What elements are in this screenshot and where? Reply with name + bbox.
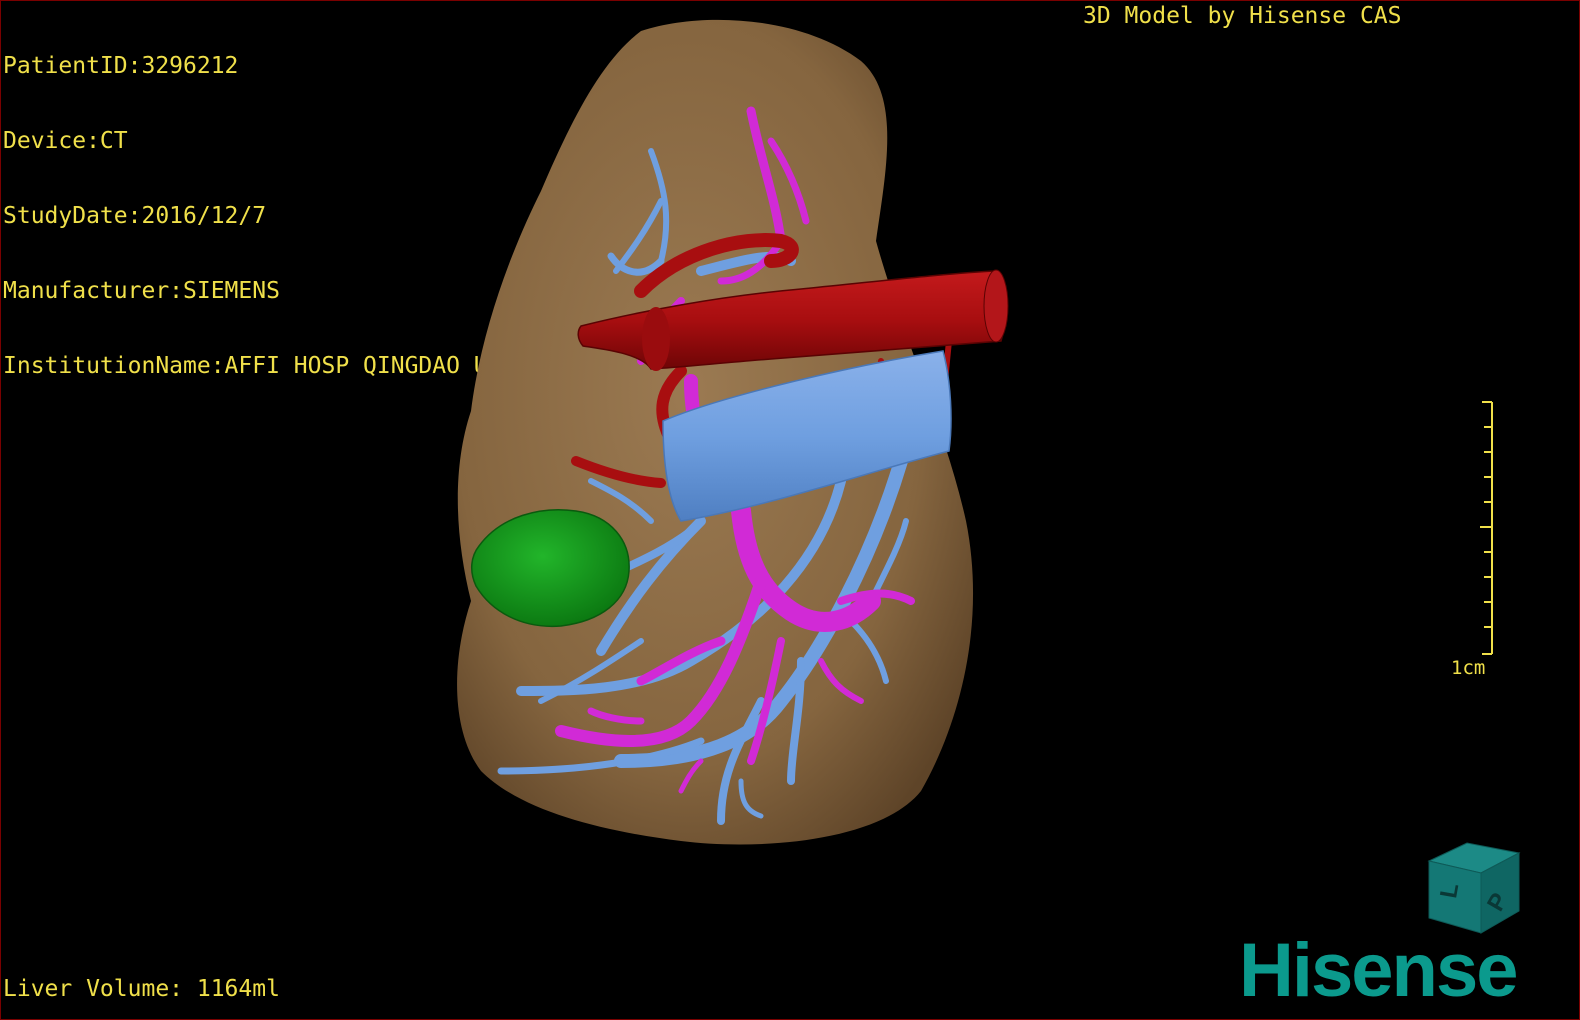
- aorta-start-cap: [642, 307, 670, 371]
- liver-volume: Liver Volume: 1164ml: [3, 976, 280, 1002]
- hisense-logo: Hisense: [1239, 928, 1518, 1013]
- liver-3d-model[interactable]: [1, 1, 1579, 1019]
- orientation-cube[interactable]: L P: [1419, 833, 1529, 943]
- scale-bar: [1480, 401, 1493, 655]
- scale-bar-label: 1cm: [1451, 657, 1486, 679]
- aorta-end-cap: [983, 269, 1009, 343]
- 3d-viewport[interactable]: PatientID:3296212 Device:CT StudyDate:20…: [0, 0, 1580, 1020]
